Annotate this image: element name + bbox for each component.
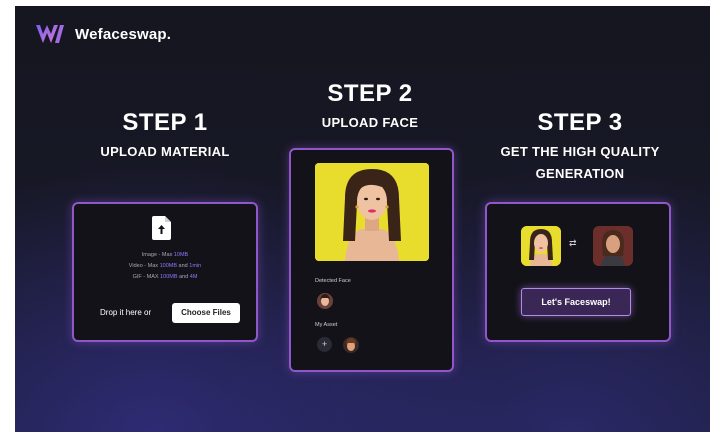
- target-face-icon: [593, 226, 633, 266]
- result-card: ⇄ Let's Faceswap!: [485, 202, 671, 342]
- file-upload-icon: [152, 216, 171, 240]
- limit-gif-count: 4M: [189, 274, 198, 280]
- drop-hint: Drop it here or: [100, 308, 152, 317]
- step-2-label: UPLOAD FACE: [321, 115, 419, 130]
- portrait-image: [315, 163, 429, 261]
- limit-video-size: 100MB: [159, 263, 178, 269]
- detected-face-icon: [317, 293, 333, 309]
- step-1-title: STEP 1 UPLOAD MATERIAL: [90, 109, 240, 163]
- asset-face-icon: [343, 337, 359, 353]
- asset-thumb[interactable]: [343, 337, 359, 353]
- step-3-label-line2: GENERATION: [535, 166, 625, 181]
- limit-image-label: Image - Max: [141, 252, 173, 258]
- detected-face-thumb[interactable]: [317, 293, 333, 309]
- upload-material-card[interactable]: Image - Max 10MB Video - Max 100MB and 1…: [72, 202, 258, 342]
- swap-arrows-icon: ⇄: [569, 238, 577, 248]
- brand[interactable]: Wefaceswap.: [35, 22, 171, 46]
- step-3-title: STEP 3 GET THE HIGH QUALITY GENERATION: [485, 109, 675, 185]
- faceswap-landing: Wefaceswap. STEP 1 UPLOAD MATERIAL STEP …: [15, 6, 710, 432]
- lets-faceswap-button[interactable]: Let's Faceswap!: [521, 288, 631, 316]
- limit-video: Video - Max 100MB and 1min: [74, 263, 256, 269]
- step-1-number: STEP 1: [122, 109, 208, 136]
- uploaded-face-photo[interactable]: [315, 163, 429, 261]
- brand-logo-icon: [36, 25, 64, 43]
- detected-face-label: Detected Face: [315, 278, 351, 284]
- my-asset-label: My Asset: [315, 322, 338, 328]
- limit-gif-joiner: and: [179, 274, 189, 280]
- limit-video-label: Video - Max: [128, 263, 159, 269]
- brand-name: Wefaceswap.: [75, 25, 172, 43]
- target-face-image: [593, 226, 633, 266]
- limit-video-duration: 1min: [189, 263, 202, 269]
- add-asset-button[interactable]: +: [317, 337, 332, 352]
- source-face-image: [521, 226, 561, 266]
- limit-gif: GIF - MAX 100MB and 4M: [74, 274, 256, 280]
- step-3-number: STEP 3: [537, 109, 623, 136]
- limit-image-value: 10MB: [173, 252, 189, 258]
- source-face-icon: [521, 226, 561, 266]
- limit-video-joiner: and: [178, 263, 188, 269]
- step-1-label: UPLOAD MATERIAL: [100, 144, 230, 159]
- step-3-label-line1: GET THE HIGH QUALITY: [500, 144, 660, 159]
- step-2-title: STEP 2 UPLOAD FACE: [295, 80, 445, 134]
- limit-image: Image - Max 10MB: [74, 252, 256, 258]
- step-2-number: STEP 2: [327, 80, 413, 107]
- upload-face-card[interactable]: Detected Face My Asset +: [289, 148, 454, 372]
- limit-gif-label: GIF - MAX: [132, 274, 159, 280]
- choose-files-button[interactable]: Choose Files: [172, 303, 240, 323]
- limit-gif-size: 100MB: [160, 274, 178, 280]
